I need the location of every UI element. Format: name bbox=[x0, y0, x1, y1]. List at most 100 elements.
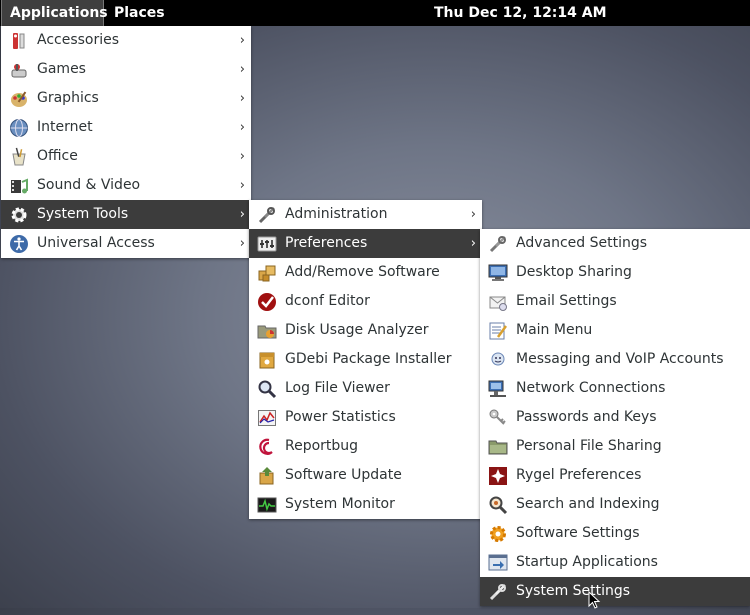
menu-item-network-connections[interactable]: Network Connections bbox=[480, 374, 750, 403]
power-statistics-icon bbox=[257, 408, 277, 428]
menu-item-add-remove-software[interactable]: Add/Remove Software bbox=[249, 258, 482, 287]
menu-item-label: Email Settings bbox=[516, 293, 617, 309]
menu-item-label: Accessories bbox=[37, 32, 120, 48]
menu-item-log-file-viewer[interactable]: Log File Viewer bbox=[249, 374, 482, 403]
administration-icon bbox=[257, 205, 277, 225]
menu-item-messaging-voip[interactable]: Messaging and VoIP Accounts bbox=[480, 345, 750, 374]
menu-item-internet[interactable]: Internet › bbox=[1, 113, 251, 142]
chevron-right-icon: › bbox=[470, 207, 476, 222]
top-panel: Applications Places Thu Dec 12, 12:14 AM bbox=[0, 0, 750, 26]
menu-item-label: Software Update bbox=[285, 467, 402, 483]
menu-item-advanced-settings[interactable]: Advanced Settings bbox=[480, 229, 750, 258]
menu-item-label: Advanced Settings bbox=[516, 235, 648, 251]
menu-item-label: Desktop Sharing bbox=[516, 264, 632, 280]
menu-item-main-menu[interactable]: Main Menu bbox=[480, 316, 750, 345]
rygel-icon bbox=[488, 466, 508, 486]
preferences-icon bbox=[257, 234, 277, 254]
chevron-right-icon: › bbox=[239, 62, 245, 77]
menu-item-label: GDebi Package Installer bbox=[285, 351, 452, 367]
file-sharing-icon bbox=[488, 437, 508, 457]
sound-video-icon bbox=[9, 176, 29, 196]
system-monitor-icon bbox=[257, 495, 277, 515]
menu-item-label: Messaging and VoIP Accounts bbox=[516, 351, 724, 367]
menu-item-graphics[interactable]: Graphics › bbox=[1, 84, 251, 113]
office-icon bbox=[9, 147, 29, 167]
menu-item-email-settings[interactable]: Email Settings bbox=[480, 287, 750, 316]
menu-item-sound-video[interactable]: Sound & Video › bbox=[1, 171, 251, 200]
menu-item-administration[interactable]: Administration › bbox=[249, 200, 482, 229]
menu-item-startup-applications[interactable]: Startup Applications bbox=[480, 548, 750, 577]
menu-item-label: Games bbox=[37, 61, 86, 77]
menu-item-accessories[interactable]: Accessories › bbox=[1, 26, 251, 55]
menu-item-passwords-keys[interactable]: Passwords and Keys bbox=[480, 403, 750, 432]
menu-item-label: System Tools bbox=[37, 206, 129, 222]
menu-item-label: Log File Viewer bbox=[285, 380, 390, 396]
menu-item-label: Preferences bbox=[285, 235, 368, 251]
menu-item-label: Universal Access bbox=[37, 235, 155, 251]
menu-item-label: Office bbox=[37, 148, 78, 164]
mouse-pointer-icon bbox=[588, 590, 602, 611]
menu-item-desktop-sharing[interactable]: Desktop Sharing bbox=[480, 258, 750, 287]
chevron-right-icon: › bbox=[239, 178, 245, 193]
menu-item-label: Sound & Video bbox=[37, 177, 141, 193]
menu-item-label: System Settings bbox=[516, 583, 631, 599]
menu-item-personal-file-sharing[interactable]: Personal File Sharing bbox=[480, 432, 750, 461]
accessories-icon bbox=[9, 31, 29, 51]
chevron-right-icon: › bbox=[470, 236, 476, 251]
advanced-settings-icon bbox=[488, 234, 508, 254]
games-icon bbox=[9, 60, 29, 80]
menu-item-label: Software Settings bbox=[516, 525, 640, 541]
disk-usage-icon bbox=[257, 321, 277, 341]
menu-item-office[interactable]: Office › bbox=[1, 142, 251, 171]
dconf-editor-icon bbox=[257, 292, 277, 312]
menu-item-system-monitor[interactable]: System Monitor bbox=[249, 490, 482, 519]
system-tools-icon bbox=[9, 205, 29, 225]
system-settings-icon bbox=[488, 582, 508, 602]
menu-item-software-settings[interactable]: Software Settings bbox=[480, 519, 750, 548]
chevron-right-icon: › bbox=[239, 236, 245, 251]
menu-item-disk-usage-analyzer[interactable]: Disk Usage Analyzer bbox=[249, 316, 482, 345]
places-menu-button[interactable]: Places bbox=[106, 0, 166, 26]
menu-item-search-indexing[interactable]: Search and Indexing bbox=[480, 490, 750, 519]
internet-icon bbox=[9, 118, 29, 138]
startup-apps-icon bbox=[488, 553, 508, 573]
menu-item-label: Power Statistics bbox=[285, 409, 396, 425]
menu-item-label: Main Menu bbox=[516, 322, 593, 338]
passwords-keys-icon bbox=[488, 408, 508, 428]
universal-access-icon bbox=[9, 234, 29, 254]
email-settings-icon bbox=[488, 292, 508, 312]
applications-menu: Accessories › Games › Graphics › Interne… bbox=[1, 26, 251, 258]
applications-menu-button[interactable]: Applications bbox=[1, 0, 108, 26]
menu-item-games[interactable]: Games › bbox=[1, 55, 251, 84]
menu-item-system-settings[interactable]: System Settings bbox=[480, 577, 750, 606]
menu-item-label: Rygel Preferences bbox=[516, 467, 642, 483]
menu-item-preferences[interactable]: Preferences › bbox=[249, 229, 482, 258]
menu-item-system-tools[interactable]: System Tools › bbox=[1, 200, 251, 229]
chevron-right-icon: › bbox=[239, 91, 245, 106]
preferences-menu: Advanced Settings Desktop Sharing Email … bbox=[480, 229, 750, 606]
menu-item-reportbug[interactable]: Reportbug bbox=[249, 432, 482, 461]
software-settings-icon bbox=[488, 524, 508, 544]
menu-item-label: Search and Indexing bbox=[516, 496, 660, 512]
chevron-right-icon: › bbox=[239, 33, 245, 48]
menu-item-software-update[interactable]: Software Update bbox=[249, 461, 482, 490]
menu-item-label: Internet bbox=[37, 119, 93, 135]
clock[interactable]: Thu Dec 12, 12:14 AM bbox=[434, 0, 607, 26]
menu-item-label: Passwords and Keys bbox=[516, 409, 657, 425]
menu-item-label: Network Connections bbox=[516, 380, 666, 396]
network-connections-icon bbox=[488, 379, 508, 399]
add-remove-software-icon bbox=[257, 263, 277, 283]
system-tools-menu: Administration › Preferences › Add/Remov… bbox=[249, 200, 482, 519]
menu-item-power-statistics[interactable]: Power Statistics bbox=[249, 403, 482, 432]
menu-item-universal-access[interactable]: Universal Access › bbox=[1, 229, 251, 258]
menu-item-label: Add/Remove Software bbox=[285, 264, 440, 280]
menu-item-gdebi[interactable]: GDebi Package Installer bbox=[249, 345, 482, 374]
gdebi-icon bbox=[257, 350, 277, 370]
reportbug-icon bbox=[257, 437, 277, 457]
menu-item-dconf-editor[interactable]: dconf Editor bbox=[249, 287, 482, 316]
log-viewer-icon bbox=[257, 379, 277, 399]
menu-item-rygel-preferences[interactable]: Rygel Preferences bbox=[480, 461, 750, 490]
menu-item-label: dconf Editor bbox=[285, 293, 370, 309]
menu-item-label: Reportbug bbox=[285, 438, 359, 454]
messaging-icon bbox=[488, 350, 508, 370]
